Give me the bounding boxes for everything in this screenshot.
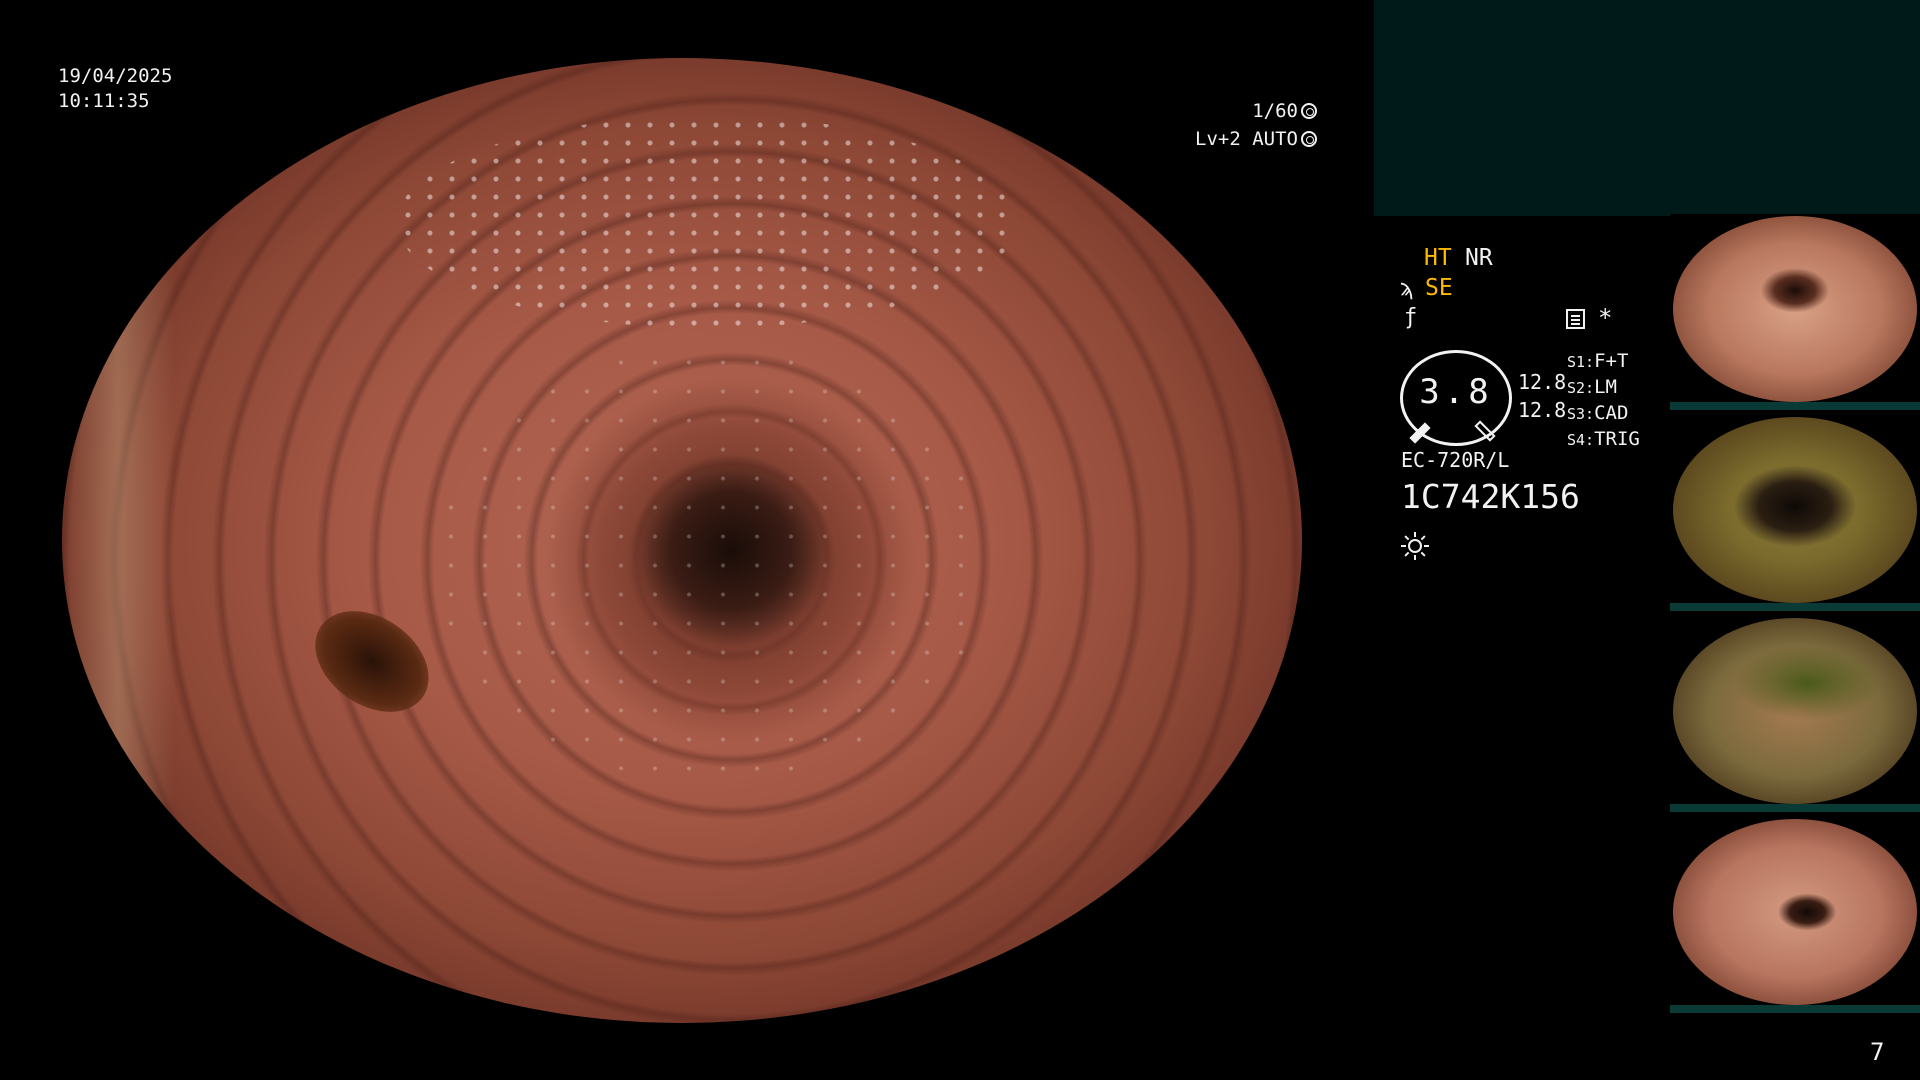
thumbnail-bar <box>1670 804 1920 812</box>
thumbnail-bar <box>1670 402 1920 410</box>
dial-side-value-top: 12.8 <box>1518 370 1567 394</box>
setting-value: TRIG <box>1594 428 1640 450</box>
capture-thumbnail-2[interactable] <box>1670 415 1920 611</box>
residue-spot <box>296 589 448 733</box>
shutter-value: 1/60 <box>1252 100 1298 122</box>
asterisk-icon: * <box>1598 304 1613 332</box>
flash-icon: ƒ <box>1404 305 1418 330</box>
info-box <box>1374 0 1920 216</box>
memo-icon <box>1566 309 1585 329</box>
mode-ht: HT <box>1424 245 1452 271</box>
light-icon <box>1301 131 1317 147</box>
shutter-icon <box>1301 103 1317 119</box>
thumbnail-bar <box>1670 603 1920 611</box>
mode-se: SE <box>1425 275 1453 301</box>
thumbnail-image <box>1673 216 1917 402</box>
endoscope-main-view <box>62 58 1302 1023</box>
setting-value: CAD <box>1594 402 1629 424</box>
thumbnail-image <box>1673 819 1917 1005</box>
thumbnail-image <box>1673 618 1917 804</box>
setting-key: S4: <box>1567 431 1595 449</box>
light-level-value: Lv+2 AUTO <box>1195 128 1298 150</box>
scope-serial: 1C742K156 <box>1401 477 1580 516</box>
light-level: Lv+2 AUTO <box>1195 127 1317 152</box>
setting-value: LM <box>1594 376 1617 398</box>
mucosa-shine <box>434 347 992 782</box>
capture-thumbnail-1[interactable] <box>1670 214 1920 410</box>
setting-key: S1: <box>1567 353 1595 371</box>
setting-s2: S2:LM <box>1567 375 1640 401</box>
setting-s4: S4:TRIG <box>1567 427 1640 453</box>
colon-wall-highlight <box>62 154 174 908</box>
sun-core <box>1408 539 1422 553</box>
thumbnail-image <box>1673 417 1917 603</box>
sun-icon <box>1401 532 1429 560</box>
date-stamp: 19/04/2025 <box>58 65 173 87</box>
mode-nr: NR <box>1465 245 1493 271</box>
setting-value: F+T <box>1594 350 1629 372</box>
capture-thumbnail-4[interactable] <box>1670 817 1920 1013</box>
structure-enhance-icon: ϡ <box>1400 276 1414 301</box>
page-number: 7 <box>1870 1038 1885 1066</box>
capture-thumbnail-3[interactable] <box>1670 616 1920 812</box>
bubble-reflections <box>396 115 1017 329</box>
setting-key: S3: <box>1567 405 1595 423</box>
setting-s3: S3:CAD <box>1567 401 1640 427</box>
shutter-speed: 1/60 <box>1252 99 1317 124</box>
dial-value: 3.8 <box>1419 372 1493 412</box>
dial-side-value-bottom: 12.8 <box>1518 398 1567 422</box>
scope-model: EC-720R/L <box>1401 448 1510 472</box>
settings-list: S1:F+T S2:LM S3:CAD S4:TRIG <box>1567 349 1640 453</box>
thumbnail-bar <box>1670 1005 1920 1013</box>
time-stamp: 10:11:35 <box>58 90 150 112</box>
setting-key: S2: <box>1567 379 1595 397</box>
setting-s1: S1:F+T <box>1567 349 1640 375</box>
